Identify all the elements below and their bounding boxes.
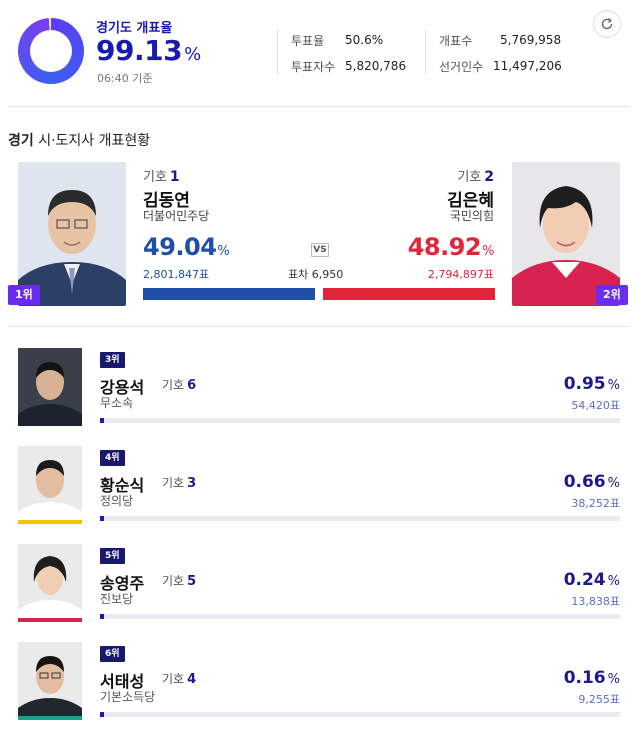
candidate-pct: 0.66% <box>564 472 620 492</box>
count-progress-ring <box>18 18 84 84</box>
ballot-label: 기호 <box>143 170 167 185</box>
candidate-pct: 0.16% <box>564 668 620 688</box>
ballot-number: 기호 4 <box>162 670 196 687</box>
count-rate-unit: % <box>184 44 201 65</box>
vote-share-track <box>100 614 620 619</box>
candidate-pct-value: 0.24 <box>563 570 606 590</box>
candidate-pct: 0.24% <box>564 570 620 590</box>
ballot-number: 기호 3 <box>162 474 196 491</box>
divider <box>8 326 630 327</box>
rank-badge: 4위 <box>100 450 125 466</box>
candidate-pct-unit: % <box>607 378 620 393</box>
divider-vertical <box>425 30 426 74</box>
candidate-pct-unit: % <box>607 574 620 589</box>
divider-vertical <box>277 30 278 74</box>
rank-badge: 3위 <box>100 352 125 368</box>
vote-share-fill <box>100 712 104 717</box>
candidate-votes-1: 2,801,847표 <box>143 268 210 281</box>
divider <box>8 106 630 107</box>
ballot-number: 기호 5 <box>162 572 196 589</box>
rank-badge: 6위 <box>100 646 125 662</box>
vote-gap-label: 표차 <box>288 268 309 281</box>
count-rate-value: 99.13 <box>96 34 183 67</box>
voters-label: 투표자수 <box>291 60 336 74</box>
ballot-label: 기호 <box>162 476 185 490</box>
vote-share-fill <box>100 516 104 521</box>
candidate-party: 정의당 <box>100 494 134 508</box>
candidate-pct-value-2: 48.92 <box>407 233 482 261</box>
ballot-number-2: 기호 2 <box>457 166 494 185</box>
candidate-pct-1: 49.04% <box>143 233 230 261</box>
candidate-party-2: 국민의힘 <box>449 209 494 223</box>
candidate-pct-value-1: 49.04 <box>143 233 217 261</box>
candidate-pct: 0.95% <box>564 374 620 394</box>
refresh-icon <box>601 18 613 30</box>
rank-badge: 5위 <box>100 548 125 564</box>
ballot-number-value: 5 <box>187 574 197 589</box>
update-time: 06:40 기준 <box>97 72 153 85</box>
ballot-number-value: 6 <box>187 378 197 393</box>
candidate-party: 기본소득당 <box>100 690 156 704</box>
ballot-number: 기호 6 <box>162 376 196 393</box>
ballot-number-1: 기호 1 <box>143 166 180 185</box>
counted-value: 5,769,958 <box>500 33 562 47</box>
ballot-number-value: 4 <box>187 672 197 687</box>
vs-label: VS <box>311 243 329 257</box>
candidate-photo <box>18 642 82 720</box>
candidate-pct-value: 0.66 <box>563 472 606 492</box>
vote-share-track <box>100 418 620 423</box>
ballot-label: 기호 <box>162 574 185 588</box>
candidate-votes-2: 2,794,897표 <box>427 268 494 281</box>
candidate-votes: 38,252표 <box>571 497 620 510</box>
count-summary: 경기도 개표율 99.13% 06:40 기준 투표율 50.6% 투표자수 5… <box>0 0 638 106</box>
turnout-label: 투표율 <box>291 34 325 48</box>
candidate-party: 무소속 <box>100 396 134 410</box>
ballot-number-value: 2 <box>484 169 494 185</box>
voters-value: 5,820,786 <box>345 59 407 73</box>
counted-label: 개표수 <box>439 34 473 48</box>
count-rate: 99.13% <box>96 34 201 67</box>
candidate-pct-unit: % <box>607 476 620 491</box>
rank-badge-2: 2위 <box>596 285 628 305</box>
candidate-votes: 54,420표 <box>571 399 620 412</box>
candidate-photo <box>18 446 82 524</box>
ballot-label: 기호 <box>162 378 185 392</box>
vote-gap: 표차 6,950 <box>288 266 343 282</box>
section-title: 경기 시·도지사 개표현황 <box>8 130 150 150</box>
ballot-number-value: 3 <box>187 476 197 491</box>
rank-badge-1: 1위 <box>8 285 40 305</box>
candidate-pct-unit-2: % <box>482 244 494 259</box>
ballot-number-value: 1 <box>169 169 180 185</box>
vote-share-track <box>100 712 620 717</box>
candidate-photo <box>18 348 82 426</box>
candidate-photo <box>18 544 82 622</box>
turnout-value: 50.6% <box>345 33 384 47</box>
candidate-pct-unit-1: % <box>217 244 230 259</box>
vote-gap-value: 6,950 <box>311 268 344 281</box>
section-title-text: 시·도지사 개표현황 <box>38 133 151 149</box>
vote-share-fill <box>100 614 104 619</box>
candidate-pct-value: 0.95 <box>563 374 606 394</box>
vote-share-bar-1 <box>143 288 315 300</box>
candidate-votes: 9,255표 <box>578 693 620 706</box>
ballot-label: 기호 <box>162 672 185 686</box>
vote-share-track <box>100 516 620 521</box>
section-region: 경기 <box>8 133 34 149</box>
candidate-pct-value: 0.16 <box>563 668 606 688</box>
ballot-label: 기호 <box>457 170 482 185</box>
refresh-button[interactable] <box>593 10 621 38</box>
vote-share-bar-2 <box>323 288 495 300</box>
candidate-pct-unit: % <box>607 672 620 687</box>
vote-share-fill <box>100 418 104 423</box>
candidate-party: 진보당 <box>100 592 134 606</box>
electorate-value: 11,497,206 <box>493 59 562 73</box>
electorate-label: 선거인수 <box>439 60 484 74</box>
candidate-pct-2: 48.92% <box>407 233 495 261</box>
candidate-party-1: 더불어민주당 <box>143 209 210 223</box>
candidate-votes: 13,838표 <box>571 595 620 608</box>
